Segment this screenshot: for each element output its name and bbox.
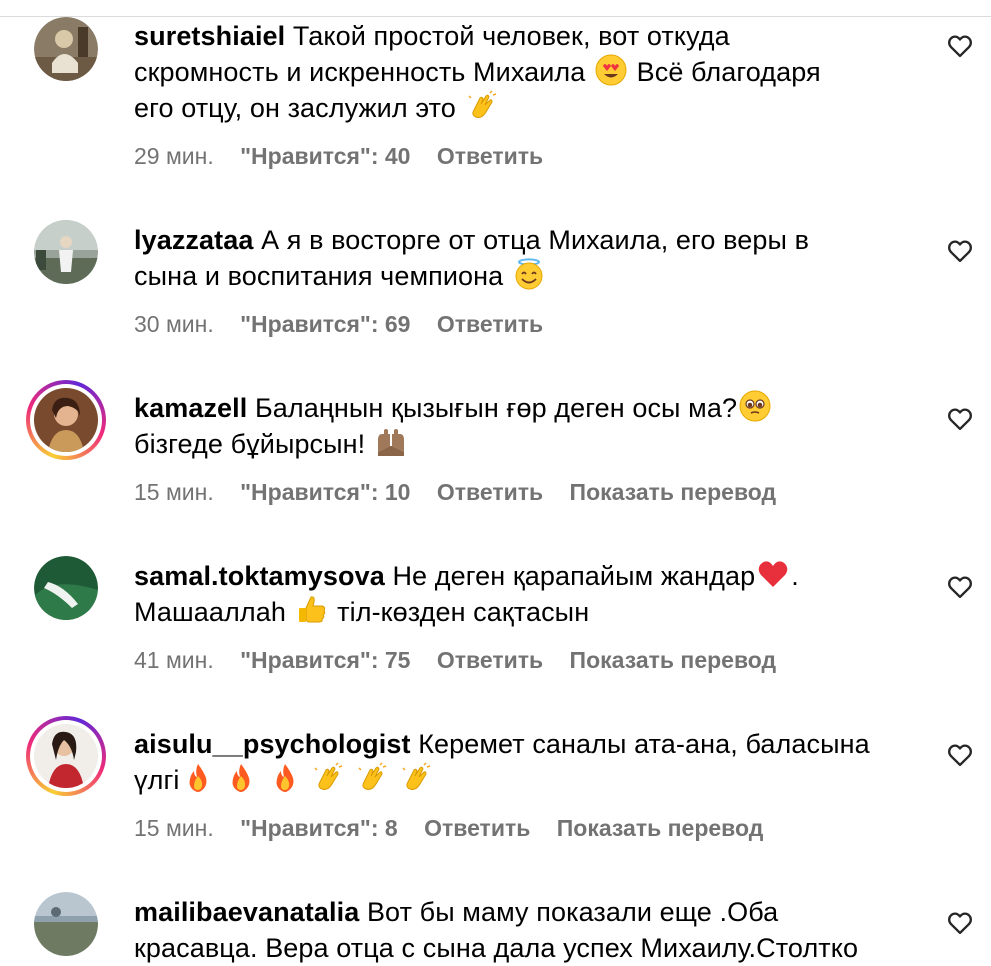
comment-likes-count[interactable]: "Нравится": 10 (240, 479, 410, 505)
reply-button[interactable]: Ответить (437, 143, 543, 169)
show-translation-button[interactable]: Показать перевод (570, 479, 777, 505)
avatar[interactable] (34, 17, 98, 81)
comment-time: 15 мин. (134, 479, 214, 505)
heart-outline-icon[interactable] (946, 237, 974, 265)
avatar-image (34, 724, 98, 788)
avatar[interactable] (34, 556, 98, 620)
comment-meta: 29 мин. "Нравится": 40 Ответить (134, 142, 563, 170)
clapping-hands-emoji (400, 762, 432, 794)
fire-emoji (269, 762, 301, 794)
palms-up-together-emoji (375, 426, 407, 458)
comment-text-line: Не деген қарапайым жандар (392, 561, 756, 591)
red-heart-emoji (757, 558, 789, 590)
comment-text: kamazell Балаңнын қызығын ғөр деген осы … (134, 390, 924, 462)
comment-text-line: Такой простой человек, вот откуда (292, 21, 730, 51)
comment-meta: 15 мин. "Нравится": 10 Ответить Показать… (134, 478, 796, 506)
comment-likes-count[interactable]: "Нравится": 69 (240, 311, 410, 337)
show-translation-button[interactable]: Показать перевод (570, 647, 777, 673)
comment-username[interactable]: mailibaevanatalia (134, 897, 359, 927)
fire-emoji (182, 762, 214, 794)
reply-button[interactable]: Ответить (424, 815, 530, 841)
heart-outline-icon[interactable] (946, 573, 974, 601)
comment-text-line: тіл-көзден сақтасын (337, 597, 590, 627)
clapping-hands-emoji (312, 762, 344, 794)
clapping-hands-emoji (466, 90, 498, 122)
reply-button[interactable]: Ответить (437, 479, 543, 505)
comment-username[interactable]: kamazell (134, 393, 247, 423)
comment-text-line: Всё благодаря (636, 57, 821, 87)
comment-text-line: А я в восторге от отца Михаила, его веры… (261, 225, 810, 255)
comment-text-line: үлгі (134, 765, 180, 795)
comment-text: suretshiaiel Такой простой человек, вот … (134, 18, 924, 126)
comment-text-line: Машааллаh (134, 597, 286, 627)
heart-outline-icon[interactable] (946, 405, 974, 433)
comment-username[interactable]: lyazzataa (134, 225, 253, 255)
comment-time: 41 мин. (134, 647, 214, 673)
top-divider (0, 16, 991, 17)
smiling-halo-emoji (513, 258, 545, 290)
smiling-heart-eyes-emoji (595, 54, 627, 86)
avatar-story-ring[interactable] (26, 380, 106, 460)
comment-text-line: красавца. Вера отца с сына дала успех Ми… (134, 933, 859, 963)
avatar-story-ring[interactable] (26, 716, 106, 796)
comment-text: aisulu__psychologist Керемет саналы ата-… (134, 726, 924, 798)
comment-text: samal.toktamysova Не деген қарапайым жан… (134, 558, 924, 630)
heart-outline-icon[interactable] (946, 32, 974, 60)
clapping-hands-emoji (356, 762, 388, 794)
comment-time: 30 мин. (134, 311, 214, 337)
heart-outline-icon[interactable] (946, 909, 974, 937)
thumbs-up-emoji (296, 594, 328, 626)
avatar-image (34, 220, 98, 284)
comment-text-line: сына и воспитания чемпиона (134, 261, 504, 291)
show-translation-button[interactable]: Показать перевод (557, 815, 764, 841)
comment-text-line: Керемет саналы ата-ана, баласына (418, 729, 870, 759)
comment-meta: 15 мин. "Нравится": 8 Ответить Показать … (134, 814, 783, 842)
comment-meta: 41 мин. "Нравится": 75 Ответить Показать… (134, 646, 796, 674)
comment-likes-count[interactable]: "Нравится": 8 (240, 815, 398, 841)
avatar-image (34, 892, 98, 956)
comment-text: mailibaevanatalia Вот бы маму показали е… (134, 894, 924, 966)
comment-text: lyazzataa А я в восторге от отца Михаила… (134, 222, 924, 294)
comment-username[interactable]: samal.toktamysova (134, 561, 385, 591)
comment-text-line: Вот бы маму показали еще .Оба (366, 897, 779, 927)
comment-meta: 30 мин. "Нравится": 69 Ответить (134, 310, 563, 338)
comment-text-line: бізгеде бұйырсын! (134, 429, 366, 459)
avatar-image (34, 556, 98, 620)
fire-emoji (225, 762, 257, 794)
comment-likes-count[interactable]: "Нравится": 75 (240, 647, 410, 673)
avatar-image (34, 388, 98, 452)
comment-text-line: Балаңнын қызығын ғөр деген осы ма? (254, 393, 738, 423)
comment-username[interactable]: aisulu__psychologist (134, 729, 411, 759)
avatar[interactable] (34, 220, 98, 284)
comment-username[interactable]: suretshiaiel (134, 21, 285, 51)
reply-button[interactable]: Ответить (437, 311, 543, 337)
comment-text-line: его отцу, он заслужил это (134, 93, 456, 123)
comment-text-line: . (791, 561, 799, 591)
heart-outline-icon[interactable] (946, 741, 974, 769)
avatar[interactable] (34, 892, 98, 956)
reply-button[interactable]: Ответить (437, 647, 543, 673)
comment-time: 15 мин. (134, 815, 214, 841)
comment-time: 29 мин. (134, 143, 214, 169)
comment-text-line: скромность и искренность Михаила (134, 57, 586, 87)
comment-likes-count[interactable]: "Нравится": 40 (240, 143, 410, 169)
pleading-face-emoji (739, 390, 771, 422)
avatar-image (34, 17, 98, 81)
